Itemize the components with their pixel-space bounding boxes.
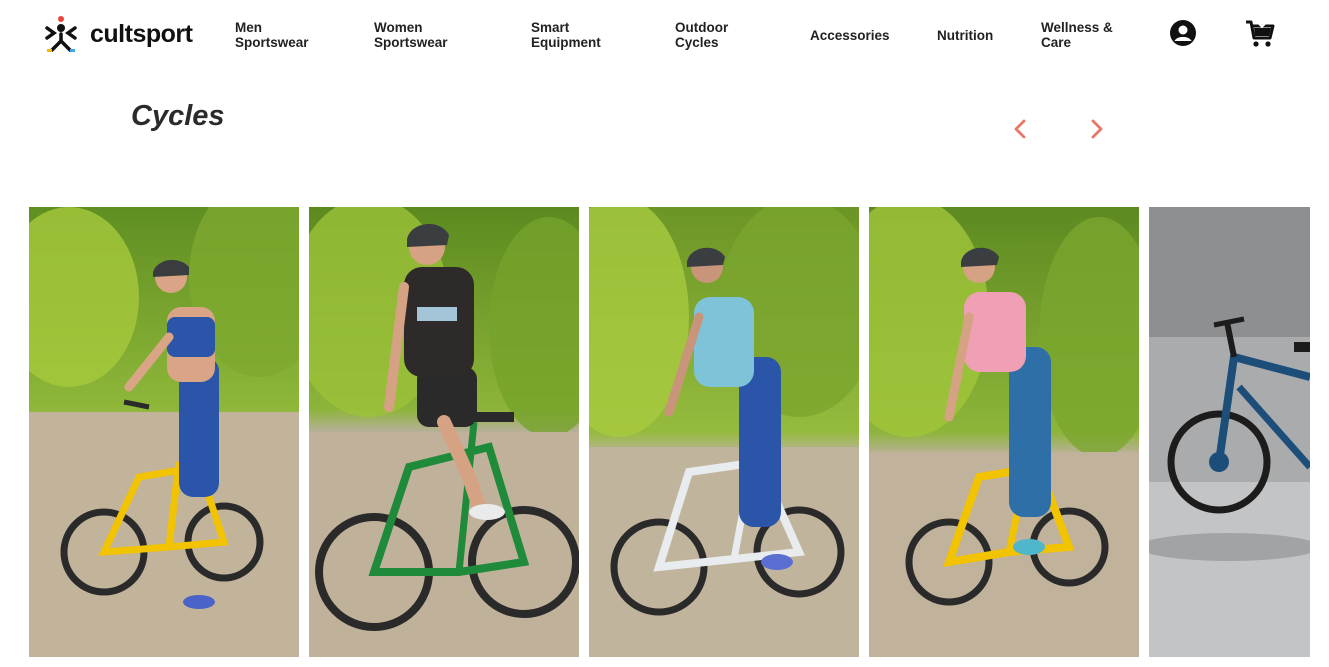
nav-label: Care	[1041, 35, 1072, 50]
nav-label: Outdoor	[675, 20, 729, 35]
cart-icon	[1246, 20, 1275, 47]
nav-label: Sportswear	[374, 35, 448, 50]
site-header: cultsport Men Sportswear Women Sportswea…	[0, 0, 1329, 72]
nav-label: Accessories	[810, 28, 890, 43]
nav-label: Cycles	[675, 35, 719, 50]
account-icon	[1170, 20, 1196, 46]
account-button[interactable]	[1169, 19, 1199, 49]
cart-button[interactable]	[1245, 19, 1275, 49]
brand-name: cultsport	[90, 19, 193, 48]
nav-label: Wellness &	[1041, 20, 1113, 35]
product-card[interactable]	[589, 207, 859, 657]
product-card[interactable]	[309, 207, 579, 657]
nav-accessories[interactable]: Accessories	[810, 28, 890, 43]
product-card[interactable]	[869, 207, 1139, 657]
nav-label: Sportswear	[235, 35, 309, 50]
product-card[interactable]	[29, 207, 299, 657]
carousel-prev-button[interactable]	[1008, 116, 1032, 142]
brand-logo[interactable]: cultsport	[44, 14, 193, 54]
section-title: Cycles	[131, 100, 225, 132]
nav-women-sportswear[interactable]: Women Sportswear	[374, 20, 448, 50]
nav-men-sportswear[interactable]: Men Sportswear	[235, 20, 309, 50]
nav-outdoor-cycles[interactable]: Outdoor Cycles	[675, 20, 728, 50]
product-carousel	[29, 207, 1310, 657]
product-image	[589, 207, 859, 657]
product-card[interactable]	[1149, 207, 1310, 657]
nav-nutrition[interactable]: Nutrition	[937, 28, 993, 43]
product-image	[29, 207, 299, 657]
nav-label: Men	[235, 20, 262, 35]
product-image	[309, 207, 579, 657]
carousel-next-button[interactable]	[1085, 116, 1109, 142]
product-image	[1149, 207, 1310, 657]
cultsport-logo-icon	[45, 16, 77, 52]
nav-label: Nutrition	[937, 28, 994, 43]
nav-label: Women	[374, 20, 423, 35]
chevron-right-icon	[1091, 119, 1103, 139]
product-image	[869, 207, 1139, 657]
nav-label: Smart	[531, 20, 570, 35]
nav-label: Equipment	[531, 35, 601, 50]
nav-smart-equipment[interactable]: Smart Equipment	[531, 20, 601, 50]
chevron-left-icon	[1014, 119, 1026, 139]
nav-wellness-care[interactable]: Wellness & Care	[1041, 20, 1113, 50]
